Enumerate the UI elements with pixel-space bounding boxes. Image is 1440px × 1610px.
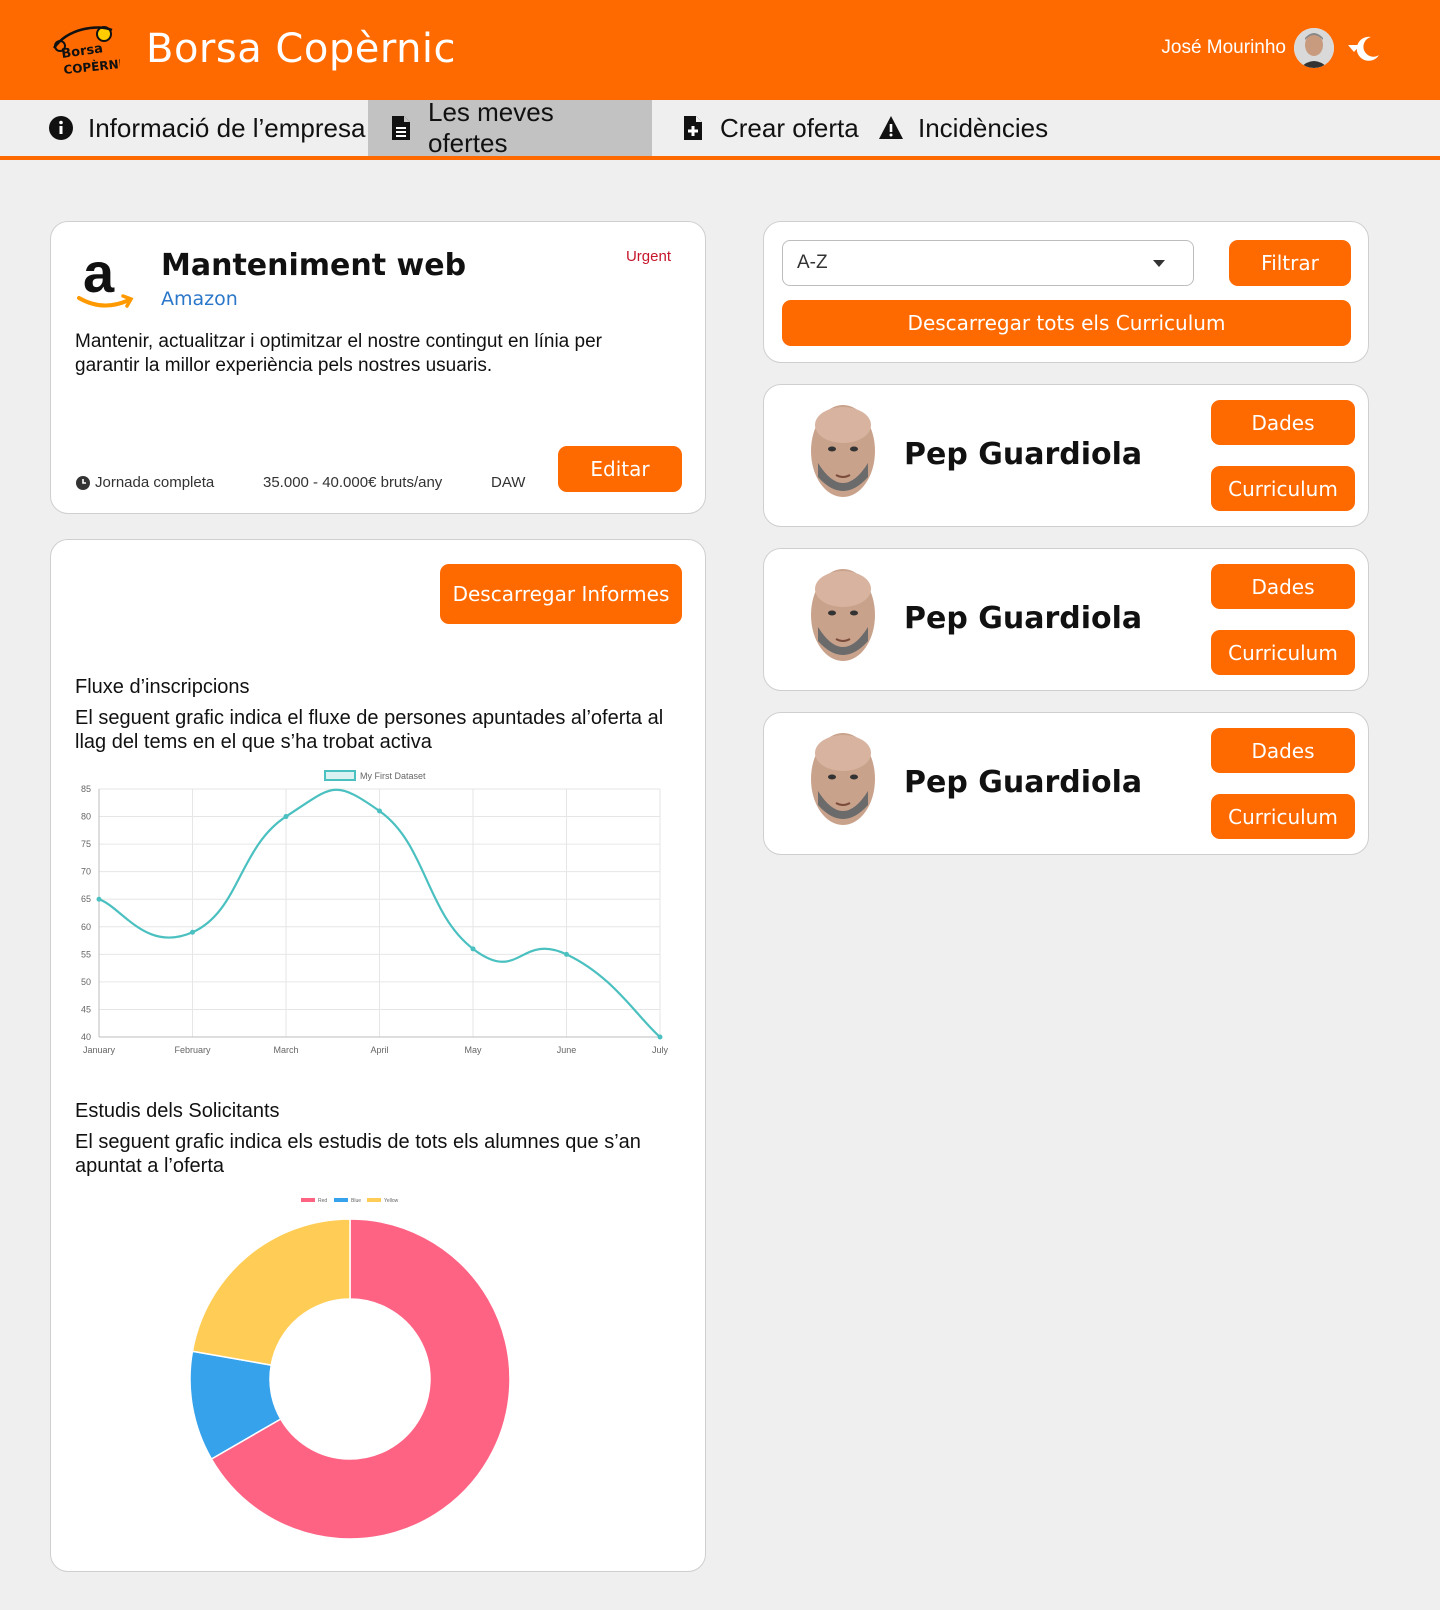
- document-plus-icon: [684, 116, 702, 140]
- x-tick-label: May: [464, 1045, 482, 1055]
- borsa-copernic-logo[interactable]: Borsa COPÈRNIC: [48, 22, 120, 78]
- legend-swatch: [301, 1198, 315, 1202]
- x-tick-label: June: [557, 1045, 577, 1055]
- chart-legend: Red Blue Yellow: [301, 1198, 399, 1204]
- edit-button[interactable]: Editar: [558, 446, 682, 492]
- data-point: [190, 929, 195, 935]
- dark-mode-moon-icon[interactable]: [1352, 34, 1382, 64]
- offer-schedule: Jornada completa: [75, 474, 214, 491]
- tab-create-offer[interactable]: Crear oferta: [680, 100, 881, 156]
- applicant-card: Pep Guardiola Dades Curriculum: [763, 712, 1369, 855]
- data-point: [470, 946, 476, 952]
- data-point: [377, 808, 382, 814]
- applicant-cv-button[interactable]: Curriculum: [1211, 466, 1355, 511]
- y-tick-label: 65: [81, 894, 91, 904]
- flow-chart-description: El seguent grafic indica el fluxe de per…: [75, 707, 664, 753]
- sort-select-value: A-Z: [797, 252, 828, 273]
- document-icon: [392, 116, 410, 140]
- applicant-data-button[interactable]: Dades: [1211, 564, 1355, 609]
- legend-label: Red: [318, 1198, 327, 1204]
- offer-description: Mantenir, actualitzar i optimitzar el no…: [75, 331, 602, 376]
- user-menu[interactable]: José Mourinho: [1161, 28, 1360, 68]
- tab-my-offers[interactable]: Les meves ofertes: [368, 97, 652, 158]
- offer-study: DAW: [491, 474, 526, 491]
- chart-legend: My First Dataset: [324, 770, 426, 781]
- x-tick-label: July: [652, 1045, 669, 1055]
- y-tick-label: 80: [81, 812, 91, 822]
- offer-title: Manteniment web: [161, 248, 467, 283]
- x-tick-label: February: [174, 1045, 211, 1055]
- schedule-text: Jornada completa: [95, 474, 215, 491]
- y-tick-label: 60: [81, 922, 91, 932]
- filter-card: A-Z Filtrar Descarregar tots els Curricu…: [763, 221, 1369, 363]
- donut-slice-yellow: [191, 1218, 351, 1366]
- legend-label: Blue: [351, 1198, 361, 1204]
- applicant-name: Pep Guardiola: [904, 437, 1143, 472]
- x-tick-label: March: [273, 1045, 298, 1055]
- tab-label: Informació de l’empresa: [88, 112, 366, 143]
- tab-company-info[interactable]: Informació de l’empresa: [48, 100, 387, 156]
- y-tick-label: 55: [81, 949, 91, 959]
- studies-chart-description: El seguent grafic indica els estudis de …: [75, 1131, 641, 1177]
- main-nav: Informació de l’empresa Les meves oferte…: [0, 97, 1440, 160]
- y-tick-label: 85: [81, 784, 91, 794]
- applicant-cv-button[interactable]: Curriculum: [1211, 794, 1355, 839]
- warning-icon: [879, 116, 903, 139]
- applicant-data-button[interactable]: Dades: [1211, 400, 1355, 445]
- tab-label: Incidències: [918, 112, 1049, 143]
- urgent-badge: Urgent: [625, 248, 671, 265]
- user-avatar[interactable]: [1294, 28, 1334, 68]
- applicant-data-button[interactable]: Dades: [1211, 728, 1355, 773]
- user-name: José Mourinho: [1161, 37, 1286, 58]
- legend-swatch: [324, 770, 356, 781]
- reports-card: Descarregar Informes Fluxe d’inscripcion…: [50, 539, 706, 1572]
- avatar-face-icon: [1294, 28, 1334, 68]
- flow-chart-title: Fluxe d’inscripcions: [75, 676, 250, 698]
- data-point: [96, 896, 102, 902]
- applicant-cv-button[interactable]: Curriculum: [1211, 630, 1355, 675]
- y-tick-label: 45: [81, 1004, 91, 1014]
- data-point: [657, 1034, 663, 1040]
- legend-swatch: [334, 1198, 348, 1202]
- y-tick-label: 70: [81, 867, 91, 877]
- legend-swatch: [367, 1198, 381, 1202]
- legend-label: Yellow: [384, 1198, 399, 1204]
- legend-label: My First Dataset: [360, 771, 426, 781]
- x-tick-label: April: [370, 1045, 388, 1055]
- sort-select[interactable]: A-Z: [782, 240, 1194, 286]
- offer-salary: 35.000 - 40.000€ bruts/any: [263, 474, 443, 491]
- y-tick-label: 40: [81, 1032, 91, 1042]
- info-circle-icon: [49, 116, 73, 140]
- tab-label: Crear oferta: [720, 112, 859, 143]
- offer-card: a Manteniment web Amazon Urgent Mantenir…: [50, 221, 706, 514]
- studies-chart-title: Estudis dels Solicitants: [75, 1100, 280, 1122]
- applicant-name: Pep Guardiola: [904, 601, 1143, 636]
- data-point: [283, 814, 289, 820]
- svg-text:a: a: [83, 246, 115, 304]
- offer-company-link[interactable]: Amazon: [161, 288, 238, 310]
- applicant-name: Pep Guardiola: [904, 765, 1143, 800]
- registrations-line-chart: My First Dataset 85 80 75 70 65 60 55 50 45 40 Janu…: [81, 770, 669, 1055]
- tab-incidents[interactable]: Incidències: [878, 100, 1070, 156]
- applicant-card: Pep Guardiola Dades Curriculum: [763, 384, 1369, 527]
- applicant-photo: [811, 569, 875, 661]
- download-reports-button[interactable]: Descarregar Informes: [440, 564, 682, 624]
- filter-button[interactable]: Filtrar: [1229, 240, 1351, 286]
- y-tick-label: 75: [81, 839, 91, 849]
- y-tick-label: 50: [81, 977, 91, 987]
- applicant-photo: [811, 405, 875, 497]
- app-title: Borsa Copèrnic: [146, 26, 457, 72]
- studies-donut-chart: Red Blue Yellow: [189, 1198, 511, 1540]
- clock-icon: [76, 475, 90, 490]
- app-header: Borsa COPÈRNIC Borsa Copèrnic José Mouri…: [0, 0, 1440, 100]
- chevron-down-icon: [1153, 260, 1165, 267]
- x-tick-label: January: [83, 1045, 116, 1055]
- download-all-cv-button[interactable]: Descarregar tots els Curriculum: [782, 300, 1351, 346]
- amazon-logo: a: [77, 246, 134, 308]
- tab-label: Les meves ofertes: [428, 97, 554, 158]
- applicant-photo: [811, 733, 875, 825]
- applicant-card: Pep Guardiola Dades Curriculum: [763, 548, 1369, 691]
- data-point: [564, 951, 569, 957]
